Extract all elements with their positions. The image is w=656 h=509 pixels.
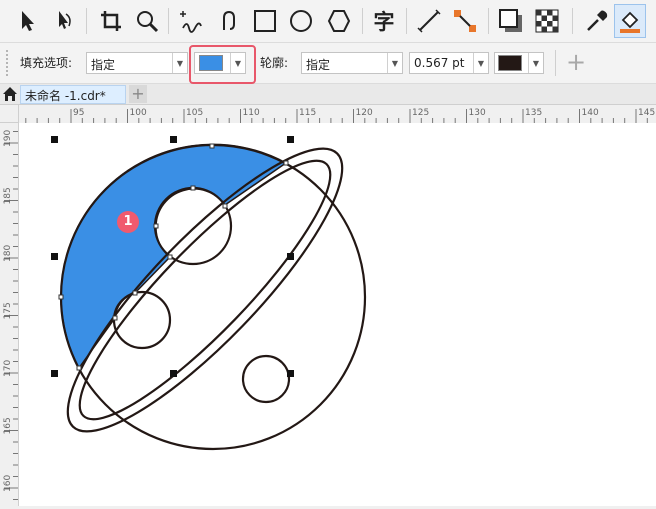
horizontal-ruler[interactable]: 95 100 105 110 115 120 125 130 135 140 145 — [20, 105, 656, 124]
ruler-tick-label: 135 — [525, 108, 542, 118]
document-tab[interactable]: 未命名 -1.cdr* — [20, 85, 126, 104]
home-icon[interactable] — [2, 86, 18, 102]
vertical-ruler[interactable]: 190 185 180 175 170 165 160 — [0, 105, 19, 506]
property-bar-grip[interactable] — [6, 50, 10, 76]
drop-shadow-icon[interactable] — [496, 6, 526, 36]
node-point[interactable] — [209, 143, 215, 149]
chevron-down-icon: ▼ — [172, 53, 187, 73]
selection-handle[interactable] — [287, 253, 294, 260]
ruler-tick-label: 175 — [3, 302, 13, 319]
drawing-artwork — [51, 136, 367, 451]
chevron-down-icon: ▼ — [387, 53, 402, 73]
ruler-tick-label: 95 — [73, 108, 84, 118]
ruler-tick-label: 180 — [3, 245, 13, 262]
crater-small[interactable] — [241, 354, 291, 404]
toolbar-divider — [555, 50, 556, 76]
node-point[interactable] — [222, 203, 228, 209]
crop-tool-icon[interactable] — [96, 6, 126, 36]
ruler-tick-label: 190 — [3, 130, 13, 147]
text-tool-icon[interactable]: 字 — [369, 6, 399, 36]
ruler-tick-label: 140 — [582, 108, 599, 118]
smart-drawing-icon[interactable] — [214, 6, 244, 36]
connector-tool-icon[interactable] — [450, 6, 480, 36]
toolbar-divider — [168, 8, 169, 34]
node-point[interactable] — [153, 223, 159, 229]
node-point[interactable] — [190, 185, 196, 191]
ruler-corner[interactable] — [0, 105, 19, 123]
horizontal-ruler-ticks: 95 100 105 110 115 120 125 130 135 140 145 — [25, 108, 655, 123]
add-tab-button[interactable]: + — [129, 85, 147, 103]
outline-width-value: 0.567 pt — [414, 56, 465, 70]
ruler-tick-label: 130 — [469, 108, 486, 118]
polygon-tool-icon[interactable] — [324, 6, 354, 36]
eyedropper-icon[interactable] — [582, 6, 612, 36]
outline-width-input[interactable]: 0.567 pt ▼ — [409, 52, 489, 74]
selection-handle[interactable] — [287, 370, 294, 377]
crater-large[interactable] — [153, 186, 233, 266]
ruler-tick-label: 110 — [243, 108, 260, 118]
ruler-tick-label: 165 — [3, 417, 13, 434]
toolbar-divider — [406, 8, 407, 34]
ruler-tick-label: 160 — [3, 475, 13, 492]
ruler-tick-label: 100 — [130, 108, 147, 118]
fill-type-dropdown[interactable]: 指定 ▼ — [86, 52, 188, 74]
node-point[interactable] — [58, 294, 64, 300]
ellipse-tool-icon[interactable] — [286, 6, 316, 36]
transparency-icon[interactable] — [532, 6, 562, 36]
dimension-tool-icon[interactable] — [414, 6, 444, 36]
add-button[interactable]: + — [566, 49, 586, 75]
selection-handle[interactable] — [51, 370, 58, 377]
freehand-tool-icon[interactable] — [176, 6, 206, 36]
drawing-canvas[interactable] — [19, 123, 656, 506]
shape-tool-icon[interactable] — [48, 6, 78, 36]
fill-options-label: 填充选项: — [20, 56, 73, 70]
smart-fill-icon[interactable] — [614, 4, 646, 38]
node-point[interactable] — [283, 160, 289, 166]
ruler-tick-label: 170 — [3, 360, 13, 377]
step-marker-badge: 1 — [117, 211, 139, 233]
filled-region[interactable] — [60, 143, 288, 370]
toolbar-divider — [488, 8, 489, 34]
ruler-tick-label: 115 — [299, 108, 316, 118]
rectangle-tool-icon[interactable] — [250, 6, 280, 36]
vertical-ruler-ticks: 190 185 180 175 170 165 160 — [3, 108, 18, 500]
main-toolbar: 字 — [0, 0, 656, 43]
ruler-tick-label: 125 — [412, 108, 429, 118]
node-point[interactable] — [76, 365, 82, 371]
pick-tool-icon[interactable] — [12, 6, 42, 36]
document-tab-label: 未命名 -1.cdr* — [25, 89, 106, 103]
node-point[interactable] — [132, 290, 138, 296]
outline-color-swatch — [498, 55, 522, 71]
fill-color-swatch — [199, 55, 223, 71]
node-point[interactable] — [167, 254, 173, 260]
toolbar-divider — [86, 8, 87, 34]
ruler-tick-label: 185 — [3, 187, 13, 204]
outline-type-dropdown[interactable]: 指定 ▼ — [301, 52, 403, 74]
fill-type-value: 指定 — [91, 58, 116, 72]
ruler-tick-label: 105 — [186, 108, 203, 118]
node-point[interactable] — [112, 315, 118, 321]
text-tool-glyph: 字 — [373, 10, 395, 34]
chevron-down-icon: ▼ — [473, 53, 488, 73]
selection-handle[interactable] — [287, 136, 294, 143]
ruler-tick-label: 120 — [356, 108, 373, 118]
selection-handle[interactable] — [170, 370, 177, 377]
ruler-tick-label: 145 — [638, 108, 655, 118]
toolbar-divider — [362, 8, 363, 34]
outline-type-value: 指定 — [306, 58, 331, 72]
selection-handle[interactable] — [51, 253, 58, 260]
outline-label: 轮廓: — [260, 56, 289, 70]
selection-handle[interactable] — [170, 136, 177, 143]
selection-handle[interactable] — [51, 136, 58, 143]
chevron-down-icon: ▼ — [528, 53, 543, 73]
toolbar-divider — [572, 8, 573, 34]
chevron-down-icon: ▼ — [230, 53, 245, 73]
zoom-tool-icon[interactable] — [132, 6, 162, 36]
